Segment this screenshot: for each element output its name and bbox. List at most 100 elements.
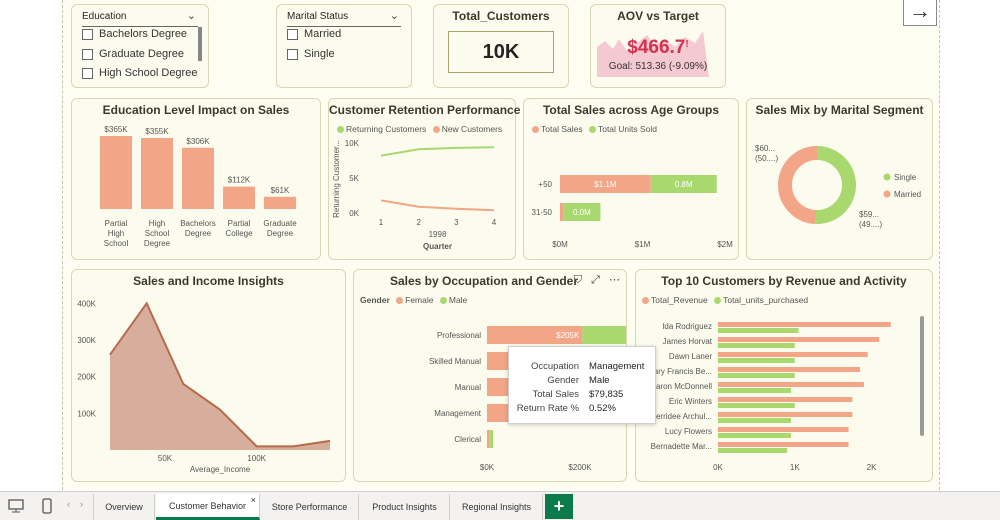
slicer-option[interactable]: High School Degree (82, 67, 197, 79)
checkbox[interactable] (82, 67, 93, 79)
aov-vs-target-card: AOV vs Target $466.7! Goal: 513.36 (-9.0… (590, 4, 726, 88)
legend-label: Total Units Sold (597, 124, 658, 134)
y-tick-label: 300K (77, 336, 96, 345)
tab-overview[interactable]: Overview (93, 494, 155, 520)
education-slicer-header[interactable]: Education ⌄ (82, 9, 198, 27)
chevron-down-icon[interactable]: ⌄ (390, 9, 399, 22)
category-label: Bachelors (180, 219, 216, 228)
slice-label: (49....) (859, 220, 882, 229)
chart-title: Top 10 Customers by Revenue and Activity (661, 274, 907, 288)
scroll-left-icon[interactable]: ‹ (67, 499, 70, 509)
slicer-option[interactable]: Graduate Degree (82, 48, 184, 60)
category-label: Partial (105, 219, 128, 228)
category-label: 31-50 (532, 208, 553, 217)
income-area-chart: Sales and Income Insights 400K 300K 200K 10… (71, 269, 346, 482)
revenue-bar (718, 322, 891, 327)
category-label: Professional (437, 331, 481, 340)
tooltip-key: Occupation (530, 361, 579, 372)
data-label: $1.1M (594, 180, 617, 189)
income-area-plot: 400K 300K 200K 100K 50K 100K Average_Income (77, 299, 331, 474)
year-label: 1998 (429, 230, 447, 239)
education-slicer[interactable]: Education ⌄ Bachelors Degree Graduate De… (71, 4, 209, 88)
legend-label: Total_units_purchased (723, 295, 809, 305)
tab-store-performance[interactable]: Store Performance (261, 494, 359, 520)
x-tick-label: 1K (790, 463, 800, 472)
slicer-option[interactable]: Married (287, 28, 341, 40)
category-label: Kerridee Archul... (651, 412, 712, 421)
category-label: Clerical (454, 435, 481, 444)
kpi-title: AOV vs Target (617, 9, 699, 23)
data-label: $61K (271, 186, 290, 195)
units-bar (718, 433, 791, 438)
legend-label: Total Sales (541, 124, 583, 134)
focus-mode-icon[interactable]: ⤢ (591, 274, 600, 286)
tooltip-value: Male (589, 375, 610, 386)
category-label: Dawn Laner (669, 352, 712, 361)
legend-dot (588, 126, 596, 133)
category-label: Lucy Flowers (665, 427, 712, 436)
filter-icon[interactable]: ⛉ (574, 274, 582, 286)
checkbox[interactable] (82, 48, 93, 60)
revenue-bar (718, 382, 864, 387)
chart-legend: Returning Customers New Customers (337, 124, 502, 134)
legend-label: Single (894, 173, 917, 182)
category-label: +50 (538, 180, 552, 189)
checkbox[interactable] (82, 28, 93, 40)
chart-scrollbar[interactable] (920, 316, 924, 436)
chart-legend: Total_Revenue Total_units_purchased (642, 295, 808, 305)
legend-label: Male (448, 295, 468, 305)
x-tick-label: $0K (480, 463, 495, 472)
slicer-option-label: Single (304, 48, 335, 60)
data-label: 0.0M (573, 208, 591, 217)
legend-dot (439, 297, 447, 304)
slicer-option-label: High School Degree (99, 67, 198, 79)
units-bar (718, 418, 791, 423)
x-axis-title: Average_Income (190, 465, 251, 474)
chart-legend: Total Sales Total Units Sold (532, 124, 657, 134)
education-sales-plot: $365KPartialHighSchool$355KHighSchoolDeg… (100, 125, 297, 248)
category-label: Degree (267, 229, 294, 238)
legend-dot (396, 297, 404, 304)
slicer-option[interactable]: Single (287, 48, 335, 60)
series-line (380, 199, 495, 212)
data-label: $355K (145, 127, 169, 136)
add-page-button[interactable]: + (545, 494, 573, 519)
marital-status-slicer[interactable]: Marital Status ⌄ Married Single (276, 4, 412, 88)
mobile-view-icon[interactable] (41, 498, 53, 514)
chart-legend: Gender Female Male (360, 295, 467, 305)
bar (182, 147, 214, 209)
bar (264, 196, 296, 209)
x-tick-label: 2K (867, 463, 877, 472)
desktop-view-icon[interactable] (8, 499, 24, 513)
chart-tooltip: Occupation Management Gender Male Total Sa… (508, 346, 656, 424)
category-label: Graduate (263, 219, 297, 228)
revenue-bar (718, 352, 868, 357)
next-page-arrow-icon[interactable]: → (903, 0, 937, 26)
education-sales-chart: Education Level Impact on Sales $365K Par… (71, 98, 321, 260)
data-label: 0.8M (675, 180, 693, 189)
category-label: Management (434, 409, 481, 418)
close-tab-icon[interactable]: × (251, 495, 256, 505)
tooltip-key: Return Rate % (516, 403, 579, 414)
units-bar (718, 403, 795, 408)
tab-regional-insights[interactable]: Regional Insights (451, 494, 543, 520)
slicer-option[interactable]: Bachelors Degree (82, 28, 187, 40)
more-options-icon[interactable]: ⋯ (609, 274, 620, 286)
category-label: Manual (455, 383, 481, 392)
checkbox[interactable] (287, 48, 298, 60)
scroll-right-icon[interactable]: › (80, 499, 83, 509)
x-tick-label: 50K (158, 454, 173, 463)
y-tick-label: 10K (345, 139, 360, 148)
tab-product-insights[interactable]: Product Insights (360, 494, 450, 520)
slicer-option-label: Bachelors Degree (99, 28, 188, 40)
chevron-down-icon[interactable]: ⌄ (187, 9, 196, 22)
legend-dot (337, 126, 344, 133)
slicer-scrollbar[interactable] (198, 27, 202, 61)
marital-slicer-header[interactable]: Marital Status ⌄ (287, 9, 401, 27)
category-label: High (149, 219, 165, 228)
tooltip-key: Total Sales (532, 389, 579, 400)
tab-customer-behavior[interactable]: Customer Behavior × (156, 494, 260, 520)
data-label: $306K (186, 137, 210, 146)
legend-title: Gender (360, 295, 390, 305)
checkbox[interactable] (287, 28, 298, 40)
